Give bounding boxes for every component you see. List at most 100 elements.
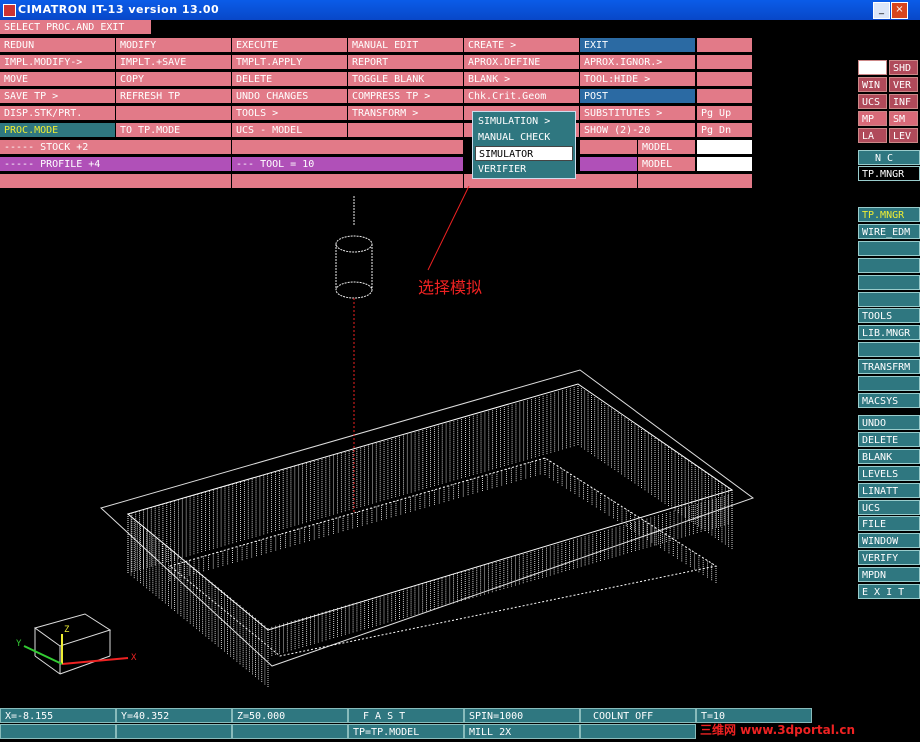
cmd-mpdn[interactable]: MPDN xyxy=(858,567,920,583)
menu-item-r1-c3[interactable]: REPORT xyxy=(348,55,464,70)
status-tp-model[interactable]: TP=TP.MODEL xyxy=(348,724,464,739)
stock-row-blank-2[interactable] xyxy=(580,140,638,155)
menu-item-r1-c5[interactable]: APROX.IGNOR.> xyxy=(580,55,696,70)
menu-item-r5-c2[interactable]: UCS - MODEL xyxy=(232,123,348,138)
select-proc-bar[interactable]: SELECT PROC.AND EXIT xyxy=(0,20,152,35)
cmd-undo[interactable]: UNDO xyxy=(858,415,920,430)
menu-item-r4-c5[interactable]: SUBSTITUTES > xyxy=(580,106,696,121)
toggle-0-1[interactable]: SHD xyxy=(889,60,918,75)
graphics-viewport[interactable]: X Z Y xyxy=(0,186,856,706)
menu-item-r5-c5[interactable]: SHOW (2)-20 xyxy=(580,123,696,138)
toggle-2-1[interactable]: INF xyxy=(889,94,918,109)
toggle-2-0[interactable]: UCS xyxy=(858,94,887,109)
status-spin[interactable]: SPIN=1000 xyxy=(464,708,580,723)
menu-item-r3-c2[interactable]: UNDO CHANGES xyxy=(232,89,348,104)
cmd-blank[interactable]: BLANK xyxy=(858,448,920,464)
toggle-3-1[interactable]: SM xyxy=(889,111,918,126)
watermark-text: 三维网 www.3dportal.cn xyxy=(700,723,856,737)
menu-item-r0-c1[interactable]: MODIFY xyxy=(116,38,232,53)
popup-simulator[interactable]: SIMULATOR xyxy=(475,146,573,161)
panel-item-blank-5[interactable] xyxy=(858,291,920,307)
menu-item-r2-c5[interactable]: TOOL:HIDE > xyxy=(580,72,696,87)
cmd-ucs[interactable]: UCS xyxy=(858,499,920,515)
menu-item-r4-c0[interactable]: DISP.STK/PRT. xyxy=(0,106,116,121)
toggle-1-0[interactable]: WIN xyxy=(858,77,887,92)
menu-blank-3[interactable] xyxy=(697,72,753,87)
panel-item-lib-mngr[interactable]: LIB.MNGR xyxy=(858,325,920,341)
cmd-verify[interactable]: VERIFY xyxy=(858,550,920,566)
cmd-levels[interactable]: LEVELS xyxy=(858,465,920,481)
menu-item-r2-c4[interactable]: BLANK > xyxy=(464,72,580,87)
status-fast[interactable]: F A S T xyxy=(348,708,464,723)
menu-item-r1-c4[interactable]: APROX.DEFINE xyxy=(464,55,580,70)
menu-item-r3-c1[interactable]: REFRESH TP xyxy=(116,89,232,104)
profile-row[interactable]: ----- PROFILE +4 xyxy=(0,157,232,172)
menu-item-r3-c0[interactable]: SAVE TP > xyxy=(0,89,116,104)
popup-verifier[interactable]: VERIFIER xyxy=(475,162,573,177)
model-label-1[interactable]: MODEL xyxy=(638,140,696,155)
window-title: CIMATRON IT-13 version 13.00 xyxy=(18,3,220,16)
profile-row-blank[interactable] xyxy=(580,157,638,172)
model-box-1[interactable] xyxy=(697,140,753,155)
status-mill[interactable]: MILL 2X xyxy=(464,724,580,739)
menu-item-r4-c1[interactable] xyxy=(116,106,232,121)
menu-item-r0-c0[interactable]: REDUN xyxy=(0,38,116,53)
menu-blank-1[interactable] xyxy=(697,38,753,53)
menu-item-r2-c2[interactable]: DELETE xyxy=(232,72,348,87)
page-up-button[interactable]: Pg Up xyxy=(697,106,753,121)
popup-simulation[interactable]: SIMULATION > xyxy=(475,114,573,129)
page-down-button[interactable]: Pg Dn xyxy=(697,123,753,138)
cmd-delete[interactable]: DELETE xyxy=(858,431,920,447)
stock-row[interactable]: ----- STOCK +2 xyxy=(0,140,232,155)
toggle-4-1[interactable]: LEV xyxy=(889,128,918,143)
cmd-e-x-i-t[interactable]: E X I T xyxy=(858,584,920,599)
cmd-file[interactable]: FILE xyxy=(858,516,920,532)
panel-item-blank-4[interactable] xyxy=(858,274,920,290)
minimize-button[interactable]: _ xyxy=(873,2,890,19)
panel-item-blank-10[interactable] xyxy=(858,376,920,391)
cmd-window[interactable]: WINDOW xyxy=(858,533,920,549)
panel-item-tools[interactable]: TOOLS xyxy=(858,308,920,324)
nc-header[interactable]: N C xyxy=(858,150,920,165)
menu-item-r3-c3[interactable]: COMPRESS TP > xyxy=(348,89,464,104)
panel-item-transfrm[interactable]: TRANSFRM xyxy=(858,359,920,375)
menu-item-r3-c4[interactable]: Chk.Crit.Geom xyxy=(464,89,580,104)
popup-manual-check[interactable]: MANUAL CHECK xyxy=(475,130,573,145)
toggle-1-1[interactable]: VER xyxy=(889,77,918,92)
menu-item-r0-c3[interactable]: MANUAL EDIT xyxy=(348,38,464,53)
menu-item-r3-c5[interactable]: POST xyxy=(580,89,696,104)
menu-item-r0-c2[interactable]: EXECUTE xyxy=(232,38,348,53)
menu-blank-4[interactable] xyxy=(697,89,753,104)
model-label-2[interactable]: MODEL xyxy=(638,157,696,172)
menu-item-r5-c3[interactable] xyxy=(348,123,464,138)
menu-item-r4-c2[interactable]: TOOLS > xyxy=(232,106,348,121)
toggle-4-0[interactable]: LA xyxy=(858,128,887,143)
menu-blank-2[interactable] xyxy=(697,55,753,70)
tp-mngr-label[interactable]: TP.MNGR xyxy=(858,166,920,181)
stock-row-blank[interactable] xyxy=(232,140,464,155)
menu-item-r2-c0[interactable]: MOVE xyxy=(0,72,116,87)
panel-item-macsys[interactable]: MACSYS xyxy=(858,392,920,408)
menu-item-r0-c4[interactable]: CREATE > xyxy=(464,38,580,53)
tool-row[interactable]: --- TOOL = 10 xyxy=(232,157,464,172)
panel-item-wire-edm[interactable]: WIRE_EDM xyxy=(858,223,920,239)
menu-item-r5-c0[interactable]: PROC.MODE xyxy=(0,123,116,138)
cmd-linatt[interactable]: LINATT xyxy=(858,482,920,498)
close-button[interactable]: × xyxy=(891,2,908,19)
model-box-2[interactable] xyxy=(697,157,753,172)
toggle-0-0[interactable] xyxy=(858,60,887,75)
panel-item-blank-8[interactable] xyxy=(858,342,920,358)
menu-item-r2-c3[interactable]: TOGGLE BLANK xyxy=(348,72,464,87)
menu-item-r1-c0[interactable]: IMPL.MODIFY-> xyxy=(0,55,116,70)
menu-item-r5-c1[interactable]: TO TP.MODE xyxy=(116,123,232,138)
menu-item-r0-c5[interactable]: EXIT xyxy=(580,38,696,53)
panel-item-tp-mngr[interactable]: TP.MNGR xyxy=(858,207,920,222)
panel-item-blank-3[interactable] xyxy=(858,257,920,273)
menu-item-r4-c3[interactable]: TRANSFORM > xyxy=(348,106,464,121)
status-coolant[interactable]: COOLNT OFF xyxy=(580,708,696,723)
panel-item-blank-2[interactable] xyxy=(858,240,920,256)
menu-item-r1-c2[interactable]: TMPLT.APPLY xyxy=(232,55,348,70)
menu-item-r2-c1[interactable]: COPY xyxy=(116,72,232,87)
toggle-3-0[interactable]: MP xyxy=(858,111,887,126)
menu-item-r1-c1[interactable]: IMPLT.+SAVE xyxy=(116,55,232,70)
